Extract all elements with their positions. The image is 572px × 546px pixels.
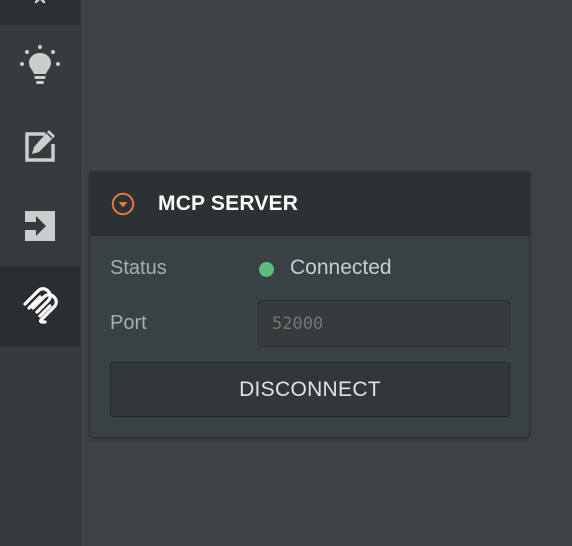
panel-header: MCP SERVER	[90, 172, 529, 236]
status-label: Status	[110, 257, 167, 279]
disconnect-button[interactable]: DISCONNECT	[110, 362, 510, 417]
port-label: Port	[110, 312, 147, 334]
status-indicator	[259, 262, 274, 277]
chevron-up-icon	[34, 0, 46, 4]
sidebar-item-top[interactable]	[0, 0, 80, 25]
sign-in-icon	[25, 211, 55, 241]
lightbulb-icon	[20, 45, 60, 84]
sidebar-item-mcp[interactable]	[0, 266, 80, 346]
sidebar-item-edit[interactable]	[0, 107, 80, 187]
port-input[interactable]	[258, 300, 510, 347]
chevron-down-circle-icon[interactable]	[111, 192, 135, 216]
mcp-server-panel: MCP SERVER Status Connected Port DISCONN…	[89, 171, 530, 438]
status-value: Connected	[290, 256, 392, 279]
panel-title: MCP SERVER	[158, 192, 299, 215]
sidebar-item-connect[interactable]	[0, 186, 80, 266]
sidebar	[0, 0, 81, 546]
mcp-icon	[23, 287, 58, 324]
edit-icon	[25, 130, 55, 162]
sidebar-item-tips[interactable]	[0, 25, 80, 105]
